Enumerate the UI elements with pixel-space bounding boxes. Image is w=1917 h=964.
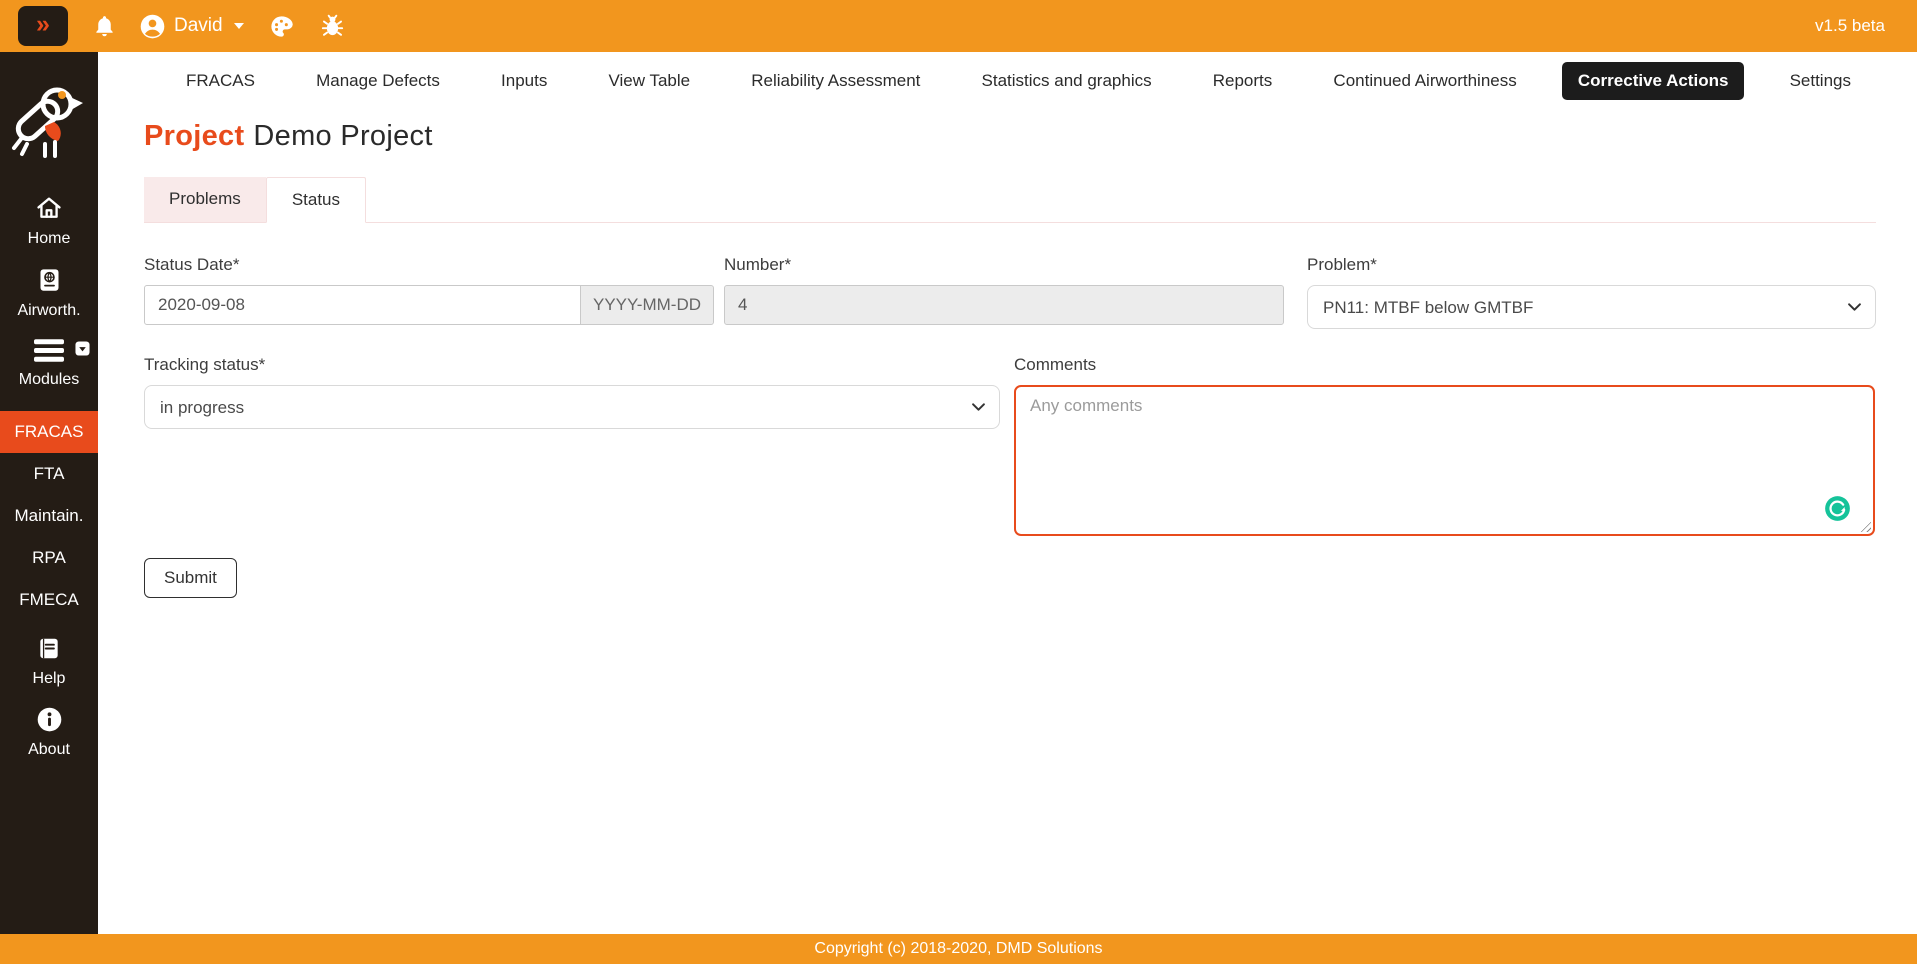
tab-bar: Problems Status	[144, 177, 1876, 223]
app-window: » David	[0, 0, 1917, 964]
sidebar-item-fracas[interactable]: FRACAS	[0, 411, 98, 453]
hamburger-icon	[34, 338, 64, 363]
date-format-addon: YYYY-MM-DD	[581, 285, 714, 325]
grammarly-icon[interactable]	[1824, 495, 1851, 522]
sidebar-item-fta[interactable]: FTA	[0, 453, 98, 495]
house-icon	[35, 194, 63, 222]
notifications-bell-icon[interactable]	[92, 13, 117, 40]
number-input[interactable]	[724, 285, 1284, 325]
submit-button[interactable]: Submit	[144, 558, 237, 598]
nav-item-view-table[interactable]: View Table	[593, 62, 707, 100]
status-date-label: Status Date*	[144, 255, 714, 275]
comments-textarea[interactable]	[1014, 385, 1875, 536]
comments-label: Comments	[1014, 355, 1875, 375]
main-content: FRACAS Manage Defects Inputs View Table …	[98, 52, 1917, 934]
passport-globe-icon	[36, 266, 63, 294]
nav-item-reports[interactable]: Reports	[1197, 62, 1289, 100]
tracking-status-label: Tracking status*	[144, 355, 1000, 375]
nav-item-fracas[interactable]: FRACAS	[170, 62, 271, 100]
nav-item-reliability-assessment[interactable]: Reliability Assessment	[735, 62, 936, 100]
nav-item-corrective-actions[interactable]: Corrective Actions	[1562, 62, 1745, 100]
book-icon	[36, 635, 62, 662]
number-label: Number*	[724, 255, 1284, 275]
sidebar-item-fmeca[interactable]: FMECA	[0, 579, 98, 621]
copyright-text: Copyright (c) 2018-2020, DMD Solutions	[814, 940, 1102, 958]
user-name: David	[174, 15, 223, 37]
nav-item-continued-airworthiness[interactable]: Continued Airworthiness	[1317, 62, 1532, 100]
tab-status[interactable]: Status	[266, 177, 366, 223]
user-menu[interactable]: David	[139, 13, 244, 40]
sidebar-toggle-button[interactable]: »	[18, 6, 68, 46]
page-title-prefix: Project	[144, 120, 244, 152]
theme-palette-icon[interactable]	[268, 13, 295, 40]
tab-problems[interactable]: Problems	[144, 177, 266, 222]
page-title: Project Demo Project	[144, 120, 1876, 153]
problem-label: Problem*	[1307, 255, 1876, 275]
person-circle-icon	[139, 13, 166, 40]
sidebar-item-help[interactable]: Help	[0, 633, 98, 690]
sidebar-item-maintain[interactable]: Maintain.	[0, 495, 98, 537]
status-date-input[interactable]	[144, 285, 581, 325]
sidebar-item-rpa[interactable]: RPA	[0, 537, 98, 579]
tracking-status-select[interactable]: in progress	[144, 385, 1000, 429]
nav-item-statistics-and-graphics[interactable]: Statistics and graphics	[966, 62, 1168, 100]
status-form: Status Date* YYYY-MM-DD Number* Problem*	[144, 255, 1876, 598]
robin-logo	[9, 82, 89, 166]
nav-item-manage-defects[interactable]: Manage Defects	[300, 62, 456, 100]
nav-item-inputs[interactable]: Inputs	[485, 62, 563, 100]
info-circle-icon	[36, 706, 63, 733]
sidebar-item-airworthiness[interactable]: Airworth.	[0, 264, 98, 322]
topbar: » David	[0, 0, 1917, 52]
debug-bug-icon[interactable]	[319, 13, 346, 40]
problem-select[interactable]: PN11: MTBF below GMTBF	[1307, 285, 1876, 329]
version-label: v1.5 beta	[1815, 16, 1885, 36]
sidebar: Home Airworth. Modules	[0, 52, 98, 934]
module-nav: FRACAS Manage Defects Inputs View Table …	[98, 52, 1917, 100]
caret-down-square-icon[interactable]	[75, 341, 90, 356]
sidebar-item-label: Help	[33, 670, 66, 688]
nav-item-settings[interactable]: Settings	[1774, 62, 1867, 100]
sidebar-item-about[interactable]: About	[0, 704, 98, 761]
sidebar-item-home[interactable]: Home	[0, 192, 98, 250]
sidebar-item-label: Modules	[19, 371, 79, 389]
sidebar-item-modules[interactable]: Modules	[0, 336, 98, 391]
sidebar-item-label: Home	[28, 230, 71, 248]
sidebar-item-label: Airworth.	[17, 302, 80, 320]
page-title-project-name: Demo Project	[253, 120, 432, 152]
chevron-down-icon	[234, 23, 244, 29]
sidebar-item-label: About	[28, 741, 70, 759]
footer: Copyright (c) 2018-2020, DMD Solutions	[0, 934, 1917, 964]
